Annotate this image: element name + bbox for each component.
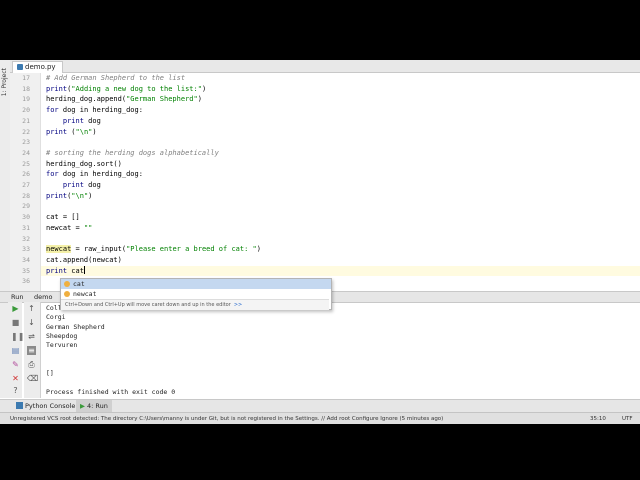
python-file-icon	[17, 64, 23, 70]
rerun-icon[interactable]: ▶	[11, 304, 20, 313]
code-line[interactable]: print dog	[46, 116, 101, 127]
editor-tab-bar: demo.py	[10, 60, 640, 73]
print-icon[interactable]: ⎙	[27, 360, 36, 369]
line-number: 30	[22, 213, 30, 222]
console-line: Process finished with exit code 0	[46, 387, 176, 396]
code-line[interactable]: herding_dog.sort()	[46, 159, 122, 170]
line-number: 35	[22, 266, 30, 275]
run-icon: ▶	[80, 402, 85, 410]
variable-icon	[64, 291, 70, 297]
line-number: 18	[22, 84, 30, 93]
code-line[interactable]: print("Adding a new dog to the list:")	[46, 84, 206, 95]
code-line[interactable]: print dog	[46, 180, 101, 191]
clear-all-icon[interactable]: ⌫	[27, 374, 38, 383]
tab-demo-py[interactable]: demo.py	[12, 61, 63, 73]
project-tool-button[interactable]: 1: Project	[1, 68, 8, 96]
line-number: 20	[22, 106, 30, 115]
close-icon[interactable]: ✕	[11, 374, 20, 383]
run-toolbar-primary: ▶ ■ ❚❚ ▤ ✎ ✕ ?	[8, 302, 24, 398]
arrow-down-icon[interactable]: ↓	[27, 318, 36, 327]
hint-link[interactable]: >>	[234, 302, 242, 308]
scroll-to-end-icon[interactable]: ≡	[27, 346, 36, 355]
code-line[interactable]: # sorting the herding dogs alphabeticall…	[46, 148, 219, 159]
autocomplete-hint: Ctrl+Down and Ctrl+Up will move caret do…	[61, 299, 329, 310]
bottom-tool-tabs: Python Console ▶ 4: Run	[0, 399, 640, 412]
autocomplete-popup: cat newcat Ctrl+Down and Ctrl+Up will mo…	[60, 278, 332, 310]
code-line[interactable]: cat = []	[46, 212, 80, 223]
run-config-tab[interactable]: demo	[34, 292, 52, 302]
letterbox-top	[0, 0, 640, 60]
console-line: Tervuren	[46, 341, 78, 350]
line-number: 25	[22, 159, 30, 168]
tab-run[interactable]: ▶ 4: Run	[76, 400, 112, 412]
line-number: 26	[22, 170, 30, 179]
autocomplete-item[interactable]: cat	[61, 279, 331, 289]
code-line[interactable]: herding_dog.append("German Shepherd")	[46, 94, 202, 105]
python-console-icon	[16, 402, 23, 409]
letterbox-bottom	[0, 424, 640, 480]
pause-icon[interactable]: ❚❚	[11, 332, 24, 341]
code-line[interactable]: newcat = raw_input("Please enter a breed…	[46, 244, 261, 255]
code-line[interactable]: print cat	[46, 265, 85, 277]
code-editor[interactable]: # Add German Shepherd to the list print("…	[41, 73, 640, 291]
line-number-gutter: 17 18 19 20 21 22 23 24 25 26 27 28 29 30 31 32 33 34 35 36	[10, 73, 41, 291]
line-number: 33	[22, 245, 30, 254]
console-line: German Shepherd	[46, 322, 105, 331]
line-number: 23	[22, 138, 30, 147]
stop-icon[interactable]: ■	[11, 318, 20, 327]
line-number: 36	[22, 277, 30, 286]
run-panel-title: Run	[11, 293, 24, 301]
soft-wrap-icon[interactable]: ⇌	[27, 332, 36, 341]
tab-python-console[interactable]: Python Console	[12, 400, 79, 412]
code-line[interactable]: print ("\n")	[46, 127, 97, 138]
console-line: Corgi	[46, 313, 66, 322]
code-line[interactable]: for dog in herding_dog:	[46, 105, 143, 116]
console-line: []	[46, 369, 54, 378]
code-line[interactable]: newcat = ""	[46, 223, 92, 234]
line-number: 32	[22, 234, 30, 243]
line-number: 31	[22, 223, 30, 232]
run-console-output[interactable]: Coll Corgi German Shepherd Sheepdog Tervuren…	[41, 302, 640, 398]
line-number: 22	[22, 127, 30, 136]
line-number: 21	[22, 116, 30, 125]
dump-threads-icon[interactable]: ▤	[11, 346, 20, 355]
current-line-highlight	[41, 265, 640, 277]
line-number: 24	[22, 148, 30, 157]
code-line[interactable]: print("\n")	[46, 191, 92, 202]
line-number: 17	[22, 74, 30, 82]
run-toolbar-secondary: ↑ ↓ ⇌ ≡ ⎙ ⌫	[24, 302, 41, 398]
ide-window: 1: Project demo.py 17 18 19 20 21 22 23 24 25 26 2…	[0, 60, 640, 425]
code-line[interactable]: for dog in herding_dog:	[46, 169, 143, 180]
line-number: 28	[22, 191, 30, 200]
line-number: 27	[22, 181, 30, 189]
line-number: 34	[22, 255, 30, 264]
line-number: 29	[22, 202, 30, 211]
help-icon[interactable]: ?	[11, 386, 20, 395]
text-caret	[83, 265, 85, 274]
line-number: 19	[22, 95, 30, 104]
tab-label: demo.py	[25, 63, 56, 71]
arrow-up-icon[interactable]: ↑	[27, 304, 36, 313]
variable-icon	[64, 281, 70, 287]
console-line: Sheepdog	[46, 331, 78, 340]
code-line[interactable]: # Add German Shepherd to the list	[46, 73, 185, 84]
pin-icon[interactable]: ✎	[11, 360, 20, 369]
code-line[interactable]: cat.append(newcat)	[46, 255, 122, 266]
autocomplete-item[interactable]: newcat	[61, 289, 331, 299]
